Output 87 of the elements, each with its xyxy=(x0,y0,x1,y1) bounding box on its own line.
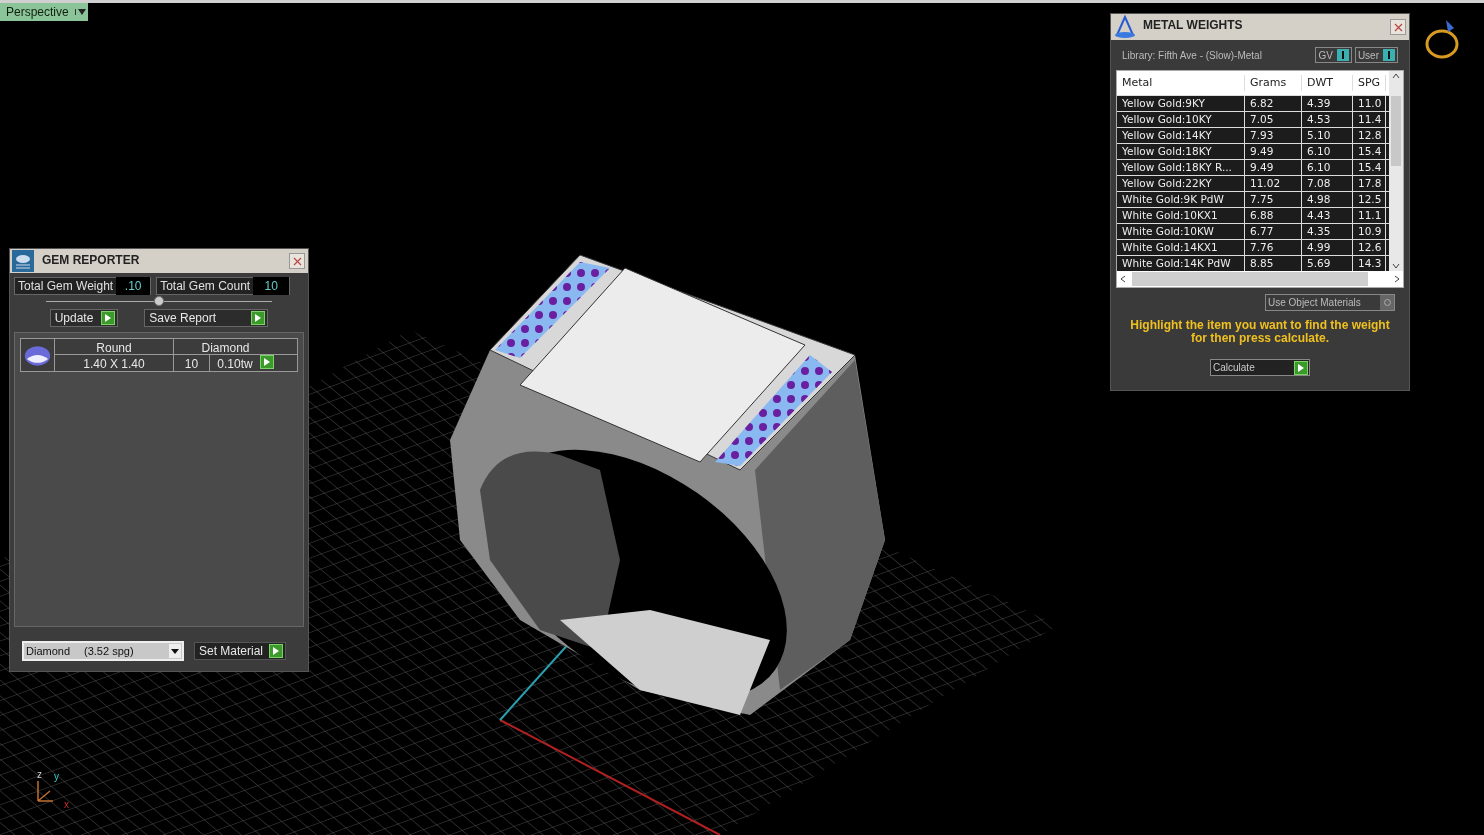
toggle-switch[interactable]: GV xyxy=(1315,47,1352,63)
instruction-text: Highlight the item you want to find the weight for then press calculate. xyxy=(1129,317,1391,345)
table-cell: White Gold:10KW xyxy=(1117,224,1245,239)
table-cell: 11.1 xyxy=(1353,208,1386,223)
panel-title: GEM REPORTER xyxy=(41,252,141,269)
total-weight-field: Total Gem Weight .10 xyxy=(14,277,152,295)
table-cell: 10.9 xyxy=(1353,224,1386,239)
view-dropdown[interactable]: Perspective xyxy=(0,3,88,21)
table-cell: 4.53 xyxy=(1302,112,1353,127)
play-icon[interactable] xyxy=(251,311,266,325)
gem-list-icon xyxy=(12,250,34,272)
table-cell: Yellow Gold:9KY xyxy=(1117,96,1245,111)
table-cell: 7.93 xyxy=(1245,128,1302,143)
play-icon[interactable] xyxy=(1294,360,1308,375)
column-header[interactable]: Metal xyxy=(1117,74,1245,92)
table-cell: Round xyxy=(55,339,174,354)
play-icon[interactable] xyxy=(269,644,284,658)
axis-label: z xyxy=(37,770,42,780)
table-cell: 12.8 xyxy=(1353,128,1386,143)
table-cell: 17.8 xyxy=(1353,176,1386,191)
table-cell: 4.43 xyxy=(1302,208,1353,223)
scroll-up-icon[interactable] xyxy=(1392,73,1400,79)
calculate-button[interactable]: Calculate xyxy=(1210,359,1310,376)
table-cell: 6.82 xyxy=(1245,96,1302,111)
table-cell: 7.76 xyxy=(1245,240,1302,255)
table-cell: 12.5 xyxy=(1353,192,1386,207)
table-cell: 9.49 xyxy=(1245,144,1302,159)
material-dropdown[interactable]: Diamond (3.52 spg) xyxy=(22,641,184,661)
caret-icon xyxy=(169,644,181,658)
scroll-left-icon[interactable] xyxy=(1120,275,1126,283)
library-label: Library: Fifth Ave - (Slow)-Metal xyxy=(1122,48,1263,63)
scale-icon xyxy=(1113,15,1137,39)
table-cell: 4.35 xyxy=(1302,224,1353,239)
table-cell: Yellow Gold:18KY xyxy=(1117,144,1245,159)
close-button[interactable] xyxy=(289,253,305,269)
toggle-switch[interactable]: User xyxy=(1354,47,1398,63)
scroll-down-icon[interactable] xyxy=(1392,263,1400,269)
use-object-materials-toggle[interactable]: Use Object Materials xyxy=(1265,294,1395,311)
column-header[interactable]: DWT xyxy=(1302,74,1353,92)
table-cell: Yellow Gold:14KY xyxy=(1117,128,1245,143)
horizontal-scrollbar[interactable] xyxy=(1117,271,1403,287)
table-cell: 9.49 xyxy=(1245,160,1302,175)
scroll-right-icon[interactable] xyxy=(1394,275,1400,283)
panel-title: METAL WEIGHTS xyxy=(1142,17,1244,34)
table-cell: Yellow Gold:22KY xyxy=(1117,176,1245,191)
close-icon xyxy=(292,256,302,266)
table-cell: 12.6 xyxy=(1353,240,1386,255)
play-icon[interactable] xyxy=(101,311,116,325)
table-cell: Yellow Gold:18KY R... xyxy=(1117,160,1245,175)
table-cell: 4.39 xyxy=(1302,96,1353,111)
axis-gizmo-icon xyxy=(36,780,54,802)
collapse-handle[interactable] xyxy=(154,296,164,306)
table-cell: 1.40 X 1.40 xyxy=(55,355,174,371)
table-cell: 5.10 xyxy=(1302,128,1353,143)
table-cell: White Gold:14KX1 xyxy=(1117,240,1245,255)
column-header[interactable]: Grams xyxy=(1245,74,1302,92)
table-cell: 6.10 xyxy=(1302,144,1353,159)
table-cell: 15.4 xyxy=(1353,144,1386,159)
column-header[interactable]: SPG xyxy=(1353,74,1386,92)
table-cell: 6.88 xyxy=(1245,208,1302,223)
axis-label: y xyxy=(54,772,59,782)
table-cell: 15.4 xyxy=(1353,160,1386,175)
table-cell: 11.4 xyxy=(1353,112,1386,127)
close-icon xyxy=(1393,22,1403,32)
set-material-button[interactable]: Set Material xyxy=(194,642,287,660)
table-cell: 7.05 xyxy=(1245,112,1302,127)
table-cell: 10 xyxy=(174,355,210,371)
table-cell: 7.08 xyxy=(1302,176,1353,191)
table-cell: White Gold:9K PdW xyxy=(1117,192,1245,207)
caret-icon xyxy=(77,9,86,15)
total-count-field: Total Gem Count 10 xyxy=(156,277,291,295)
table-cell: 4.99 xyxy=(1302,240,1353,255)
update-button[interactable]: Update xyxy=(49,309,119,327)
save-report-button[interactable]: Save Report xyxy=(144,309,269,327)
close-button[interactable] xyxy=(1390,19,1406,35)
table-cell: White Gold:10KX1 xyxy=(1117,208,1245,223)
table-cell: 11.02 xyxy=(1245,176,1302,191)
table-cell-text: Diamond xyxy=(200,340,251,354)
table-cell: 7.75 xyxy=(1245,192,1302,207)
table-cell: 6.10 xyxy=(1302,160,1353,175)
table-cell-text: 0.10tw xyxy=(216,356,254,371)
table-cell: 4.98 xyxy=(1302,192,1353,207)
table-cell: 11.0 xyxy=(1353,96,1386,111)
table-cell: 6.77 xyxy=(1245,224,1302,239)
vertical-scrollbar[interactable] xyxy=(1389,71,1403,271)
table-cell: Yellow Gold:10KY xyxy=(1117,112,1245,127)
axis-label: x xyxy=(64,800,69,810)
